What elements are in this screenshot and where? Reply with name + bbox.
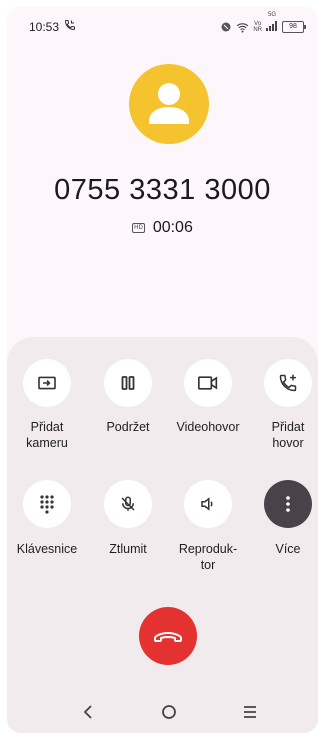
hang-up-icon [154,631,182,642]
phone-number: 0755 3331 3000 [54,174,271,206]
pause-icon [121,376,135,390]
signal-tag: 5G [268,12,277,18]
add-call-button[interactable] [264,359,312,407]
call-indicator-icon [64,20,75,31]
end-call-button[interactable] [139,607,197,665]
dialpad-button[interactable] [23,480,71,528]
hd-badge: HD [132,223,145,233]
dialpad-label: Klávesnice [16,542,78,556]
add-call-icon [279,374,297,392]
mute-button[interactable] [104,480,152,528]
status-bar: 10:53 Vo NR 5G 98 [7,7,318,37]
add-camera-button[interactable] [23,359,71,407]
add-camera-icon [38,376,56,390]
speaker-icon [201,497,213,511]
nfc-icon [221,22,231,32]
mic-off-icon [121,496,135,511]
volte-indicator: Vo NR [253,21,262,33]
signal-indicator: 5G [266,12,278,36]
add-camera-label: Přidat kameru [26,420,68,450]
home-nav-icon[interactable] [161,704,177,720]
person-icon [149,83,189,124]
signal-icon [266,21,277,31]
more-label: Více [275,542,301,556]
status-time: 10:53 [29,20,60,34]
back-nav-icon[interactable] [82,704,94,720]
speaker-button[interactable] [184,480,232,528]
video-call-button[interactable] [184,359,232,407]
call-duration: 00:06 [152,219,193,236]
menu-nav-icon[interactable] [243,704,257,720]
hold-button[interactable] [104,359,152,407]
more-vertical-icon [286,496,290,512]
call-screen: 10:53 Vo NR 5G 98 0755 3331 3000 HD 00:0… [7,7,318,733]
speaker-label: Reproduk- tor [178,542,238,572]
dialpad-icon [40,495,54,514]
wifi-icon [237,22,249,33]
more-button[interactable] [264,480,312,528]
mute-label: Ztlumit [109,542,147,556]
add-call-label: Přidat hovor [271,420,305,450]
video-call-label: Videohovor [176,420,240,434]
call-timer-row: HD 00:06 [7,219,318,237]
status-icons: Vo NR 5G 98 [220,12,306,36]
battery-indicator: 98 [282,21,306,33]
hold-label: Podržet [106,420,150,434]
contact-avatar [129,64,209,144]
video-icon [198,376,218,390]
